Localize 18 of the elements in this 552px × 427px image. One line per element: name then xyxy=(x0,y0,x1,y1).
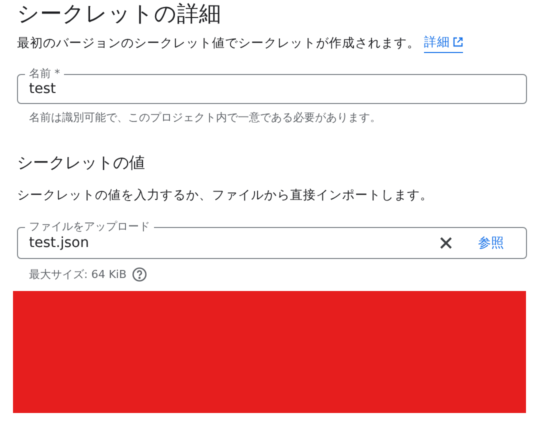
upload-field[interactable]: ファイルをアップロード test.json 参照 xyxy=(17,220,527,259)
external-link-icon xyxy=(453,37,463,47)
details-link[interactable]: 詳細 xyxy=(424,32,463,53)
description-text: 最初のバージョンのシークレット値でシークレットが作成されます。 xyxy=(17,34,420,52)
field-label: 名前 * xyxy=(28,67,61,81)
field-hint: 名前は識別可能で、このプロジェクト内で一意である必要があります。 xyxy=(28,110,382,126)
section-description: シークレットの値を入力するか、ファイルから直接インポートします。 xyxy=(17,186,434,204)
field-label: ファイルをアップロード xyxy=(28,220,151,234)
browse-button[interactable]: 参照 xyxy=(474,234,508,252)
field-value[interactable]: test xyxy=(29,81,514,97)
close-icon xyxy=(440,237,452,249)
field-value[interactable]: test.json xyxy=(29,235,440,251)
section-heading: シークレットの値 xyxy=(17,152,146,174)
name-field[interactable]: 名前 * test xyxy=(17,67,527,104)
page-title: シークレットの詳細 xyxy=(17,1,222,29)
help-icon[interactable] xyxy=(132,267,147,282)
max-size-text: 最大サイズ: 64 KiB xyxy=(29,267,127,282)
close-button[interactable] xyxy=(440,237,452,249)
